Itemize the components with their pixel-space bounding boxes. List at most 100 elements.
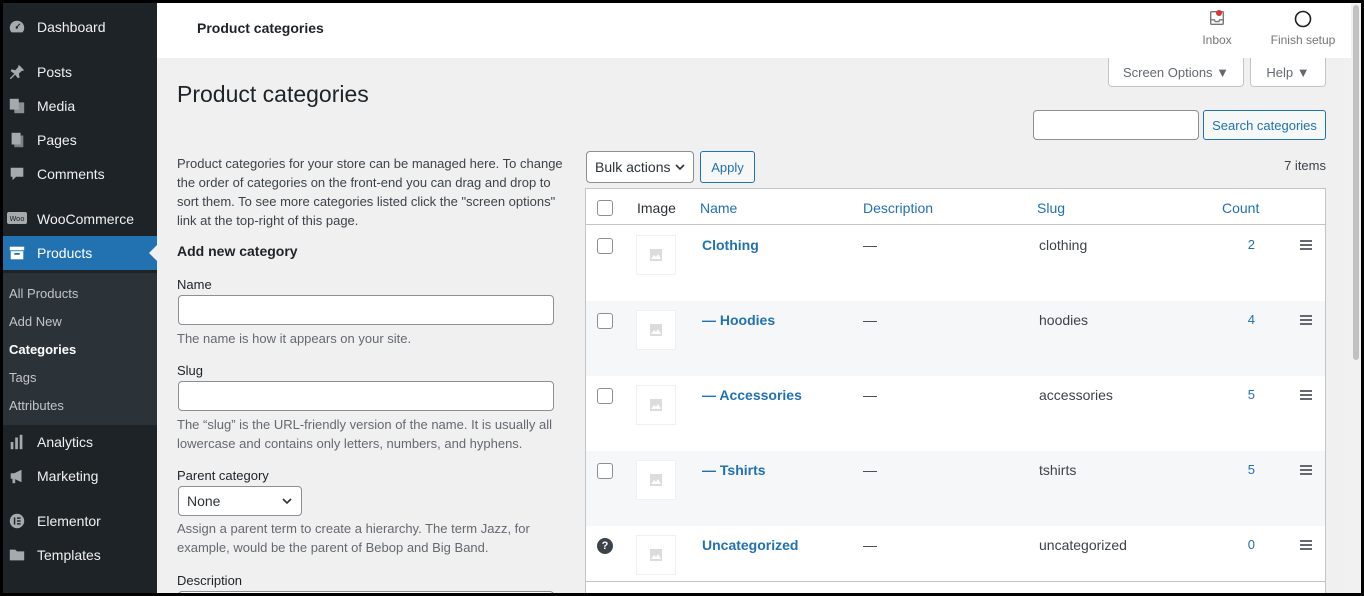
table-row: ? Uncategorized — uncategorized 0: [586, 526, 1325, 593]
sidebar-item-label: Dashboard: [37, 19, 106, 35]
drag-handle-icon[interactable]: [1300, 240, 1312, 252]
help-question-icon[interactable]: ?: [597, 538, 613, 554]
comment-icon: [7, 164, 27, 184]
drag-handle-icon[interactable]: [1300, 315, 1312, 327]
sidebar-item-label: Media: [37, 98, 76, 114]
placeholder-image-icon: [636, 535, 676, 575]
category-description: —: [863, 462, 877, 478]
inbox-label: Inbox: [1202, 33, 1232, 47]
table-row: — Hoodies — hoodies 4: [586, 301, 1325, 376]
drag-handle-icon[interactable]: [1300, 540, 1312, 552]
column-name[interactable]: Name: [700, 200, 737, 216]
row-checkbox[interactable]: [597, 313, 613, 329]
sidebar-item-products[interactable]: Products: [3, 236, 157, 270]
placeholder-image-icon: [636, 385, 676, 425]
category-name-link[interactable]: — Hoodies: [702, 312, 775, 328]
page-scrollbar[interactable]: [1351, 3, 1361, 593]
parent-category-label: Parent category: [177, 468, 269, 483]
row-checkbox[interactable]: [597, 238, 613, 254]
column-image: Image: [637, 200, 676, 216]
apply-button[interactable]: Apply: [700, 151, 755, 183]
description-textarea[interactable]: [178, 591, 554, 593]
sidebar-item-label: Analytics: [37, 434, 94, 450]
progress-ring-icon: [1265, 9, 1341, 29]
sidebar-item-label: Templates: [37, 547, 101, 563]
elementor-icon: [7, 511, 27, 531]
items-count: 7 items: [1284, 158, 1326, 173]
sidebar-item-label: Comments: [37, 166, 105, 182]
finish-setup-button[interactable]: Finish setup: [1265, 9, 1341, 47]
sidebar-item-posts[interactable]: Posts: [3, 55, 157, 89]
chevron-down-icon: [674, 160, 686, 176]
category-name-link[interactable]: — Accessories: [702, 387, 802, 403]
products-submenu: All Products Add New Categories Tags Att…: [3, 273, 157, 425]
scrollbar-thumb[interactable]: [1353, 5, 1359, 360]
category-name-link[interactable]: Uncategorized: [702, 537, 798, 553]
category-slug: accessories: [1039, 387, 1113, 403]
sidebar-item-label: Elementor: [37, 513, 101, 529]
category-name-link[interactable]: Clothing: [702, 237, 759, 253]
submenu-categories[interactable]: Categories: [9, 342, 76, 357]
bulk-actions-select[interactable]: Bulk actions: [586, 151, 694, 183]
category-description: —: [863, 537, 877, 553]
drag-handle-icon[interactable]: [1300, 465, 1312, 477]
sidebar-item-dashboard[interactable]: Dashboard: [3, 10, 157, 44]
parent-category-value: None: [187, 493, 221, 509]
column-description[interactable]: Description: [863, 200, 933, 216]
name-input[interactable]: [178, 295, 554, 325]
help-button[interactable]: Help ▼: [1250, 58, 1326, 87]
row-checkbox[interactable]: [597, 463, 613, 479]
bar-chart-icon: [7, 432, 27, 452]
sidebar-item-comments[interactable]: Comments: [3, 157, 157, 191]
sidebar-item-label: Pages: [37, 132, 77, 148]
category-count-link[interactable]: 5: [1241, 387, 1255, 402]
category-slug: hoodies: [1039, 312, 1089, 328]
sidebar-item-label: Products: [37, 245, 93, 261]
add-category-heading: Add new category: [177, 243, 298, 259]
sidebar-item-label: Posts: [37, 64, 73, 80]
sidebar-item-elementor[interactable]: Elementor: [3, 504, 157, 538]
drag-handle-icon[interactable]: [1300, 390, 1312, 402]
submenu-tags[interactable]: Tags: [9, 370, 36, 385]
folder-icon: [7, 545, 27, 565]
sidebar-item-media[interactable]: Media: [3, 89, 157, 123]
slug-input[interactable]: [178, 381, 554, 411]
screen-options-button[interactable]: Screen Options ▼: [1108, 58, 1244, 87]
category-name-link[interactable]: — Tshirts: [702, 462, 766, 478]
parent-category-select[interactable]: None: [178, 486, 302, 516]
name-label: Name: [177, 277, 212, 292]
sidebar-item-templates[interactable]: Templates: [3, 538, 157, 572]
search-categories-input[interactable]: [1033, 110, 1199, 140]
sidebar-item-pages[interactable]: Pages: [3, 123, 157, 157]
archive-icon: [7, 243, 27, 263]
row-divider: [586, 581, 1325, 582]
row-checkbox[interactable]: [597, 388, 613, 404]
svg-text:Woo: Woo: [9, 215, 24, 223]
dashboard-icon: [7, 17, 27, 37]
category-description: —: [863, 237, 877, 253]
select-all-checkbox[interactable]: [597, 200, 613, 216]
category-slug: clothing: [1039, 237, 1088, 253]
sidebar-item-marketing[interactable]: Marketing: [3, 459, 157, 493]
category-count-link[interactable]: 0: [1241, 537, 1255, 552]
category-count-link[interactable]: 2: [1241, 237, 1255, 252]
search-categories-button[interactable]: Search categories: [1203, 110, 1326, 140]
sidebar-item-analytics[interactable]: Analytics: [3, 425, 157, 459]
placeholder-image-icon: [636, 235, 676, 275]
category-description: —: [863, 312, 877, 328]
inbox-button[interactable]: Inbox: [1197, 9, 1237, 47]
name-help: The name is how it appears on your site.: [177, 331, 412, 346]
category-slug: tshirts: [1039, 462, 1077, 478]
column-slug[interactable]: Slug: [1037, 200, 1065, 216]
submenu-add-new[interactable]: Add New: [9, 314, 62, 329]
category-count-link[interactable]: 4: [1241, 312, 1255, 327]
submenu-all-products[interactable]: All Products: [9, 286, 78, 301]
sidebar-item-woocommerce[interactable]: Woo WooCommerce: [3, 202, 157, 236]
finish-setup-label: Finish setup: [1270, 33, 1336, 47]
submenu-attributes[interactable]: Attributes: [9, 398, 64, 413]
sidebar-item-label: WooCommerce: [37, 211, 134, 227]
inbox-icon: [1207, 9, 1227, 29]
category-count-link[interactable]: 5: [1241, 462, 1255, 477]
categories-table: Image Name Description Slug Count Clothi…: [585, 188, 1326, 593]
column-count[interactable]: Count: [1222, 200, 1259, 216]
